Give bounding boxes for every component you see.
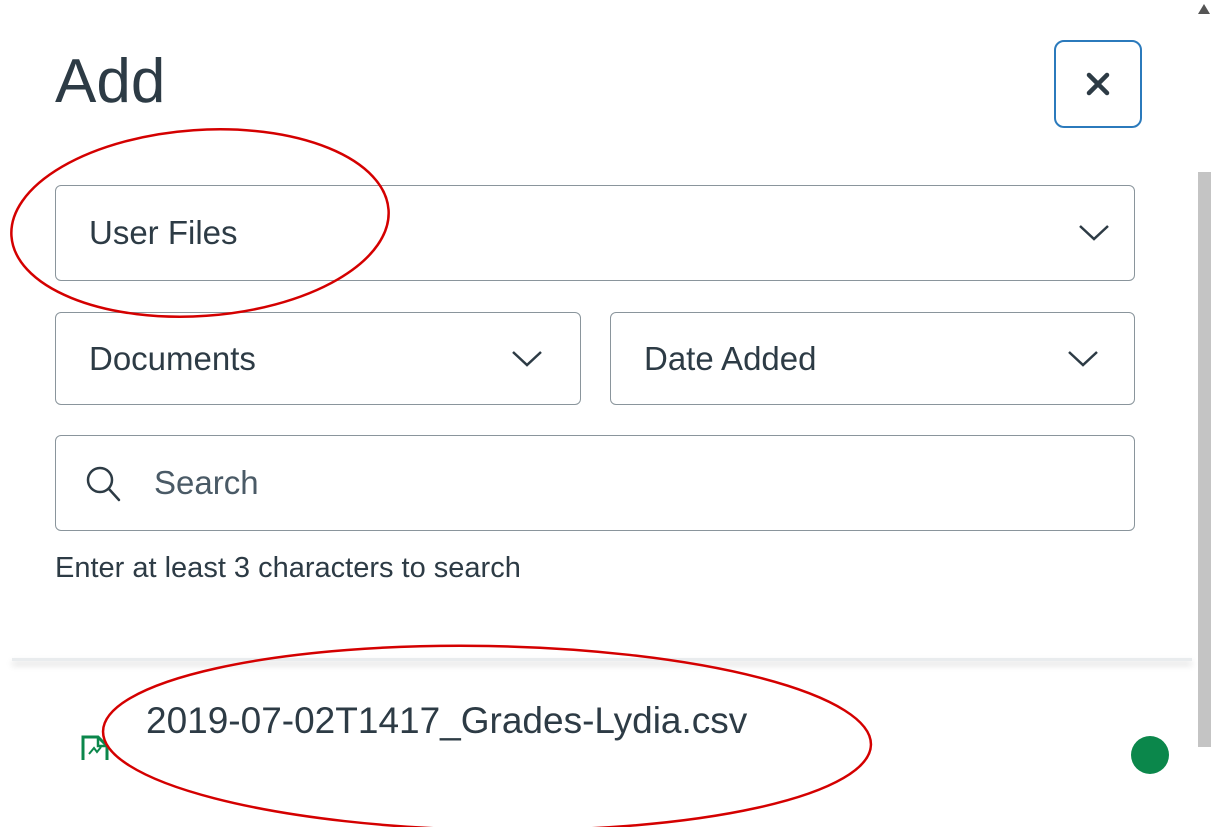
close-button[interactable] xyxy=(1054,40,1142,128)
search-icon xyxy=(86,466,121,502)
close-icon xyxy=(1086,72,1110,96)
content-type-select[interactable]: Documents xyxy=(55,312,581,405)
dialog-title: Add xyxy=(55,47,166,116)
content-type-select-value: Documents xyxy=(89,339,256,377)
chevron-down-icon xyxy=(1068,350,1098,367)
document-icon xyxy=(81,735,109,760)
file-name: 2019-07-02T1417_Grades-Lydia.csv xyxy=(146,700,748,741)
search-hint: Enter at least 3 characters to search xyxy=(55,552,521,584)
add-media-panel: Add User Files Documents Date Added Ente… xyxy=(0,0,1211,827)
status-indicator xyxy=(1131,736,1169,774)
scrollbar[interactable] xyxy=(1198,172,1211,747)
search-input[interactable] xyxy=(154,458,1054,508)
chevron-down-icon xyxy=(1079,225,1109,241)
search-field xyxy=(55,435,1135,531)
sort-select-value: Date Added xyxy=(644,339,817,377)
chevron-down-icon xyxy=(512,350,542,367)
source-select-value: User Files xyxy=(89,214,238,251)
sort-select[interactable]: Date Added xyxy=(610,312,1135,405)
source-select[interactable]: User Files xyxy=(55,185,1135,281)
list-divider xyxy=(12,658,1192,661)
list-item[interactable]: 2019-07-02T1417_Grades-Lydia.csv xyxy=(80,690,1190,774)
scroll-up-arrow-icon[interactable] xyxy=(1197,0,1211,20)
